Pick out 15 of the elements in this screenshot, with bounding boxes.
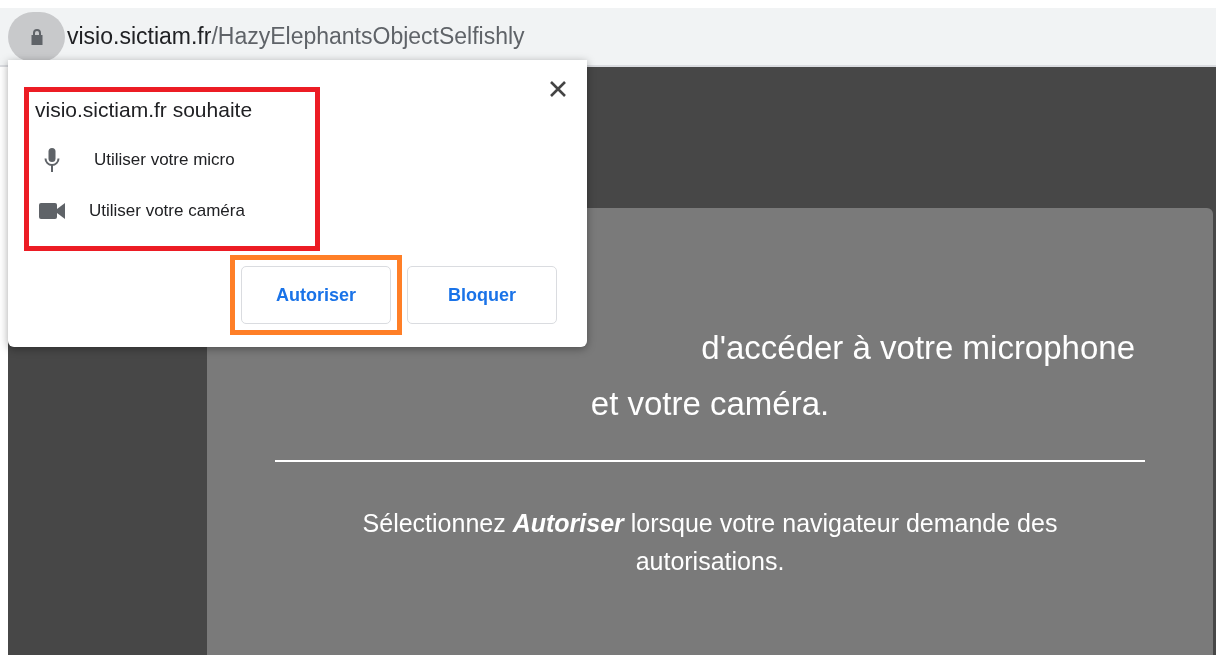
permission-label: Utiliser votre caméra: [89, 200, 245, 221]
permission-button[interactable]: Autoriser: [241, 266, 391, 324]
instruction-text: Sélectionnez Autoriser lorsque votre navigateur demande des autorisations.: [361, 508, 1059, 577]
video-camera-icon: [39, 202, 65, 219]
site-info-button[interactable]: [8, 11, 65, 62]
microphone-icon: [44, 147, 60, 172]
url-domain[interactable]: visio.sictiam.fr: [67, 23, 212, 50]
popup-heading: visio.sictiam.fr souhaite: [35, 98, 254, 122]
card-heading: d'accéder à votre microphone: [700, 328, 1136, 368]
url-path[interactable]: /HazyElephantsObjectSelfishly: [211, 23, 525, 50]
permission-label: Utiliser votre micro: [94, 149, 235, 170]
close-icon[interactable]: [549, 80, 567, 98]
card-heading: et votre caméra.: [589, 384, 831, 424]
lock-icon: [29, 28, 44, 45]
permission-button[interactable]: Bloquer: [407, 266, 557, 324]
